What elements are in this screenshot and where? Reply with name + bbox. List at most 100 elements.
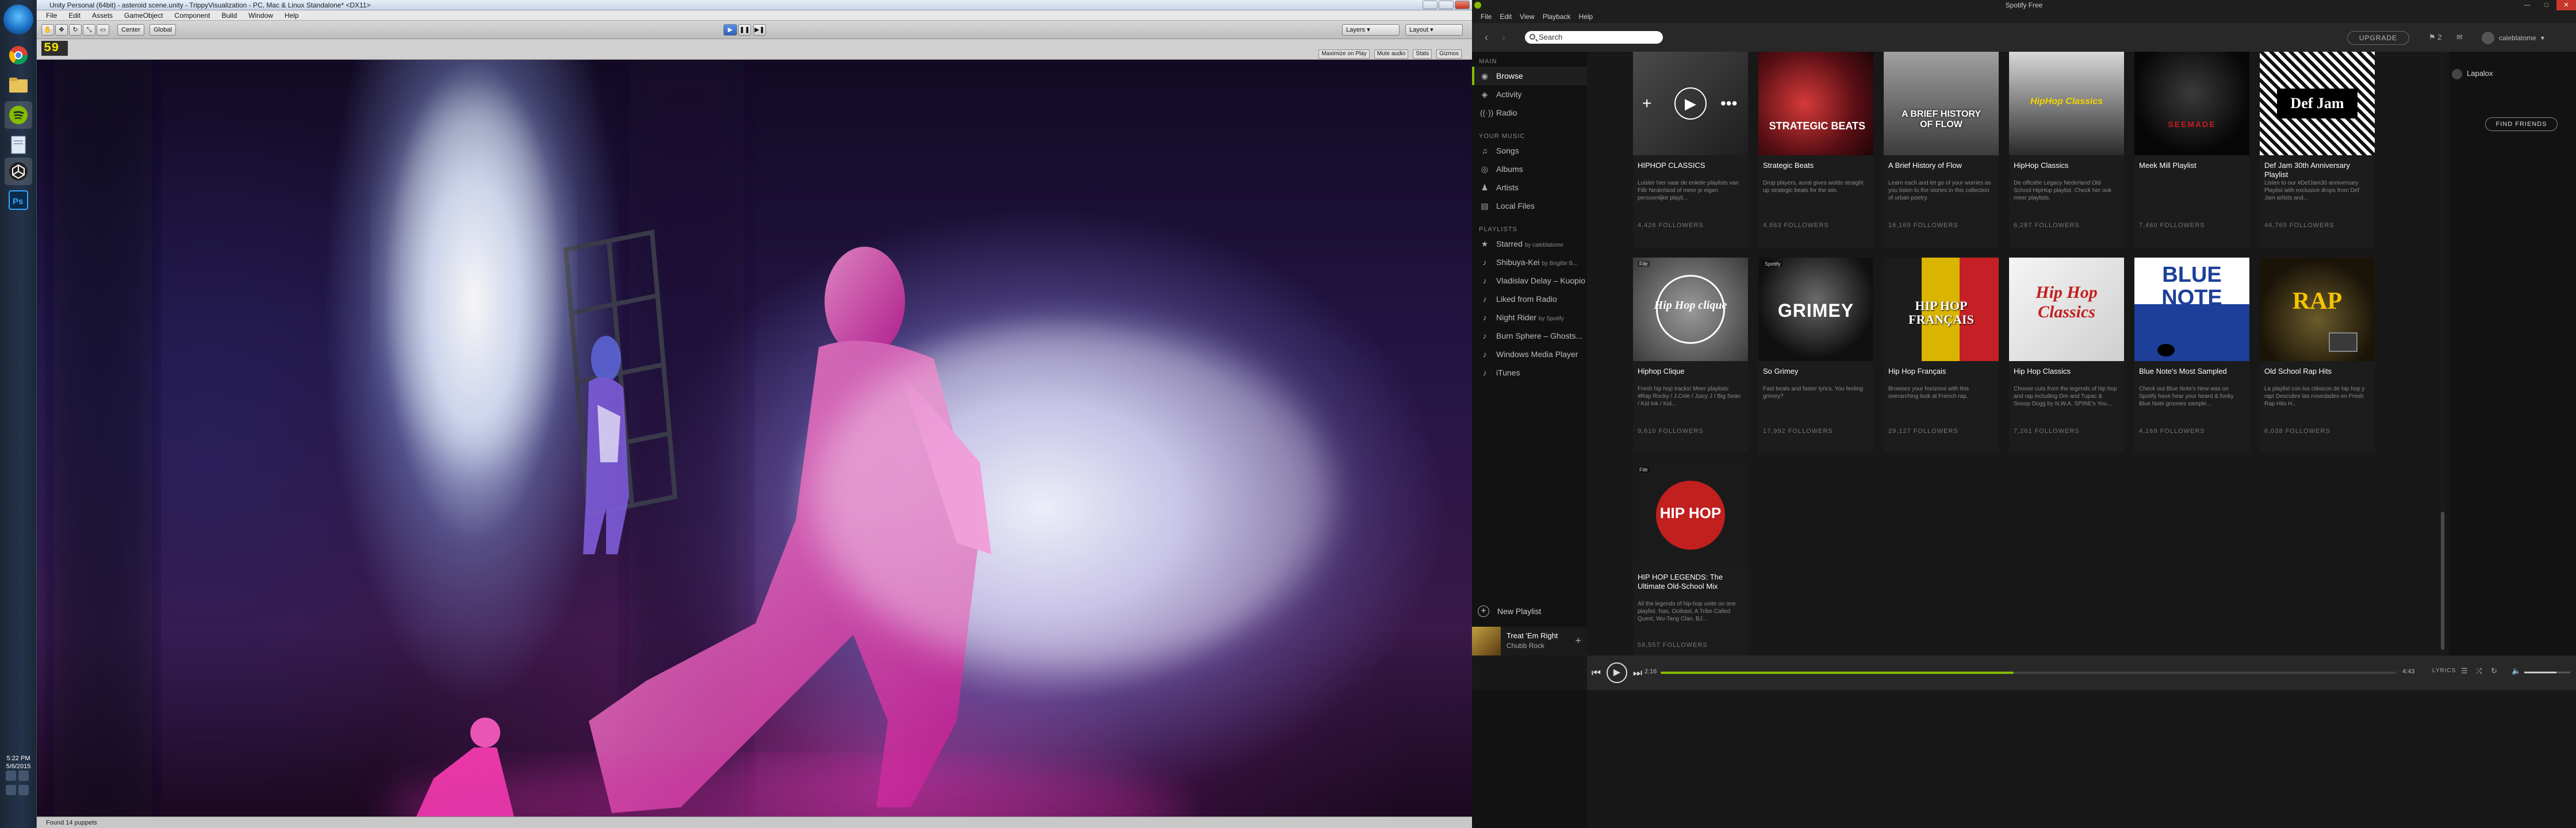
close-button[interactable] (1455, 1, 1470, 9)
stats-toggle[interactable]: Stats (1413, 49, 1432, 59)
gizmos-dropdown[interactable]: Gizmos (1436, 49, 1462, 59)
spotify-minimize-button[interactable]: — (2517, 0, 2537, 10)
volume-slider[interactable] (2524, 672, 2570, 673)
playlist-cover[interactable]: HIP HOP FRANÇAIS (1884, 258, 1999, 361)
sidebar-item-songs[interactable]: ♫ Songs (1472, 141, 1587, 160)
menu-edit[interactable]: Edit (63, 10, 86, 20)
scale-tool-icon[interactable]: ⤡ (83, 24, 95, 36)
menu-file[interactable]: File (40, 10, 63, 20)
unity-taskbar-icon[interactable] (5, 158, 32, 185)
playlist-card[interactable]: STRATEGIC BEATS Strategic Beats Drop pla… (1758, 52, 1873, 247)
sidebar-item-artists[interactable]: ♟ Artists (1472, 178, 1587, 197)
system-tray[interactable] (6, 770, 31, 797)
spotify-taskbar-icon[interactable] (5, 101, 32, 129)
card-title[interactable]: Def Jam 30th Anniversary Playlist (2264, 161, 2370, 179)
pivot-global-toggle[interactable]: Global (150, 24, 176, 36)
now-playing-cover[interactable] (1472, 627, 1501, 656)
playlist-cover[interactable]: SEEMADE (2134, 52, 2249, 155)
menu-gameobject[interactable]: GameObject (118, 10, 168, 20)
playlist-card[interactable]: Filtr Hip Hop clique Hiphop Clique Fresh… (1633, 258, 1748, 453)
play-button[interactable]: ▶ (723, 24, 737, 36)
maximize-button[interactable] (1439, 1, 1454, 9)
playlist-card[interactable]: HIP HOP FRANÇAIS Hip Hop Français Browse… (1884, 258, 1999, 453)
card-title[interactable]: HIP HOP LEGENDS: The Ultimate Old-School… (1638, 573, 1743, 591)
chrome-icon[interactable] (5, 41, 32, 69)
volume-icon[interactable]: 🔈 (2512, 666, 2521, 676)
playlist-cover[interactable]: Hip Hop Classics (2009, 258, 2124, 361)
card-title[interactable]: HipHop Classics (2014, 161, 2119, 170)
next-track-icon[interactable]: ⏭ (1631, 665, 1644, 681)
sidebar-item-albums[interactable]: ◎ Albums (1472, 160, 1587, 178)
documents-icon[interactable] (5, 131, 32, 159)
sidebar-playlist-windows-media-player[interactable]: ♪ Windows Media Player (1472, 345, 1587, 363)
sidebar-playlist-shibuya-kei[interactable]: ♪ Shibuya-Kei by Brigitte B... (1472, 253, 1587, 271)
now-playing-title[interactable]: Treat 'Em Right (1506, 631, 1558, 640)
sidebar-playlist-starred[interactable]: ★ Starred by caleblatome (1472, 235, 1587, 253)
playlist-cover[interactable]: Spotify GRIMEY (1758, 258, 1873, 361)
playlist-cover[interactable]: HipHop Classics (2009, 52, 2124, 155)
playlist-card[interactable]: BLUE NOTE Blue Note's Most Sampled Check… (2134, 258, 2249, 453)
s-menu-view[interactable]: View (1516, 10, 1539, 23)
playlist-card[interactable]: Filtr HIP HOP HIP HOP LEGENDS: The Ultim… (1633, 463, 1748, 656)
step-button[interactable]: ▶❚ (753, 24, 766, 36)
back-arrow-icon[interactable]: ‹ (1480, 31, 1493, 44)
spotify-titlebar[interactable]: Spotify Free — □ ✕ (1472, 0, 2576, 10)
minimize-button[interactable] (1423, 1, 1438, 9)
menu-window[interactable]: Window (243, 10, 279, 20)
card-title[interactable]: Strategic Beats (1763, 161, 1869, 170)
queue-icon[interactable]: ☰ (2461, 666, 2468, 676)
playlist-card[interactable]: Spotify GRIMEY So Grimey Fast beats and … (1758, 258, 1873, 453)
playlist-cover[interactable]: A BRIEF HISTORY OF FLOW (1884, 52, 1999, 155)
playlist-cover[interactable]: BLUE NOTE (2134, 258, 2249, 361)
find-friends-button[interactable]: FIND FRIENDS (2485, 117, 2558, 131)
layout-dropdown[interactable]: Layout ▾ (1405, 24, 1463, 36)
menu-help[interactable]: Help (279, 10, 305, 20)
playlist-card[interactable]: HipHop Classics HipHop Classics De offic… (2009, 52, 2124, 247)
playlist-cover[interactable]: RAP (2260, 258, 2375, 361)
sidebar-item-radio[interactable]: ((·)) Radio (1472, 103, 1587, 122)
playlist-card[interactable]: RAP Old School Rap Hits La playlist con … (2260, 258, 2375, 453)
forward-arrow-icon[interactable]: › (1497, 31, 1510, 44)
file-explorer-icon[interactable] (5, 71, 32, 99)
rect-tool-icon[interactable]: ▭ (97, 24, 109, 36)
playlist-cover[interactable]: STRATEGIC BEATS (1758, 52, 1873, 155)
s-menu-help[interactable]: Help (1575, 10, 1597, 23)
scrollbar-thumb[interactable] (2441, 512, 2444, 650)
pause-button[interactable]: ❚❚ (738, 24, 751, 36)
sidebar-item-activity[interactable]: ◈ Activity (1472, 85, 1587, 103)
add-to-playlist-icon[interactable]: + (1575, 635, 1581, 647)
card-title[interactable]: Hiphop Clique (1638, 367, 1743, 376)
playlist-cover[interactable]: Def Jam (2260, 52, 2375, 155)
play-pause-button[interactable]: ▶ (1607, 662, 1627, 683)
pivot-center-toggle[interactable]: Center (117, 24, 145, 36)
rotate-tool-icon[interactable]: ↻ (69, 24, 82, 36)
playlist-card[interactable]: SEEMADE Meek Mill Playlist 7,460 FOLLOWE… (2134, 52, 2249, 247)
s-menu-file[interactable]: File (1477, 10, 1496, 23)
card-title[interactable]: Meek Mill Playlist (2139, 161, 2245, 170)
mute-audio-toggle[interactable]: Mute audio (1374, 49, 1409, 59)
shuffle-icon[interactable]: ⤮ (2476, 666, 2482, 676)
new-playlist-button[interactable]: + New Playlist (1472, 601, 1587, 621)
playlist-cover[interactable]: Filtr HIP HOP (1633, 463, 1748, 567)
sidebar-playlist-night-rider[interactable]: ♪ Night Rider by Spotify (1472, 308, 1587, 327)
more-icon[interactable]: ••• (1720, 92, 1737, 115)
playlist-card[interactable]: A BRIEF HISTORY OF FLOW A Brief History … (1884, 52, 1999, 247)
notifications-icon[interactable]: ⚑ 2 (2429, 32, 2442, 43)
menu-assets[interactable]: Assets (86, 10, 118, 20)
s-menu-playback[interactable]: Playback (1539, 10, 1575, 23)
layers-dropdown[interactable]: Layers ▾ (1342, 24, 1400, 36)
windows-start-button[interactable] (3, 5, 33, 34)
unity-titlebar[interactable]: Unity Personal (64bit) - asteroid scene.… (37, 0, 1472, 10)
sidebar-item-local-files[interactable]: ▤ Local Files (1472, 197, 1587, 215)
card-title[interactable]: So Grimey (1763, 367, 1869, 376)
s-menu-edit[interactable]: Edit (1496, 10, 1516, 23)
move-tool-icon[interactable]: ✥ (55, 24, 68, 36)
menu-component[interactable]: Component (168, 10, 216, 20)
card-title[interactable]: Hip Hop Français (1888, 367, 1994, 376)
now-playing-widget[interactable]: Treat 'Em Right Chubb Rock + (1472, 627, 1587, 656)
playlist-cover[interactable]: Filtr Hip Hop clique (1633, 258, 1748, 361)
photoshop-icon[interactable]: Ps (5, 186, 32, 214)
hand-tool-icon[interactable]: ✋ (41, 24, 54, 36)
main-scrollbar[interactable] (2440, 52, 2445, 656)
play-overlay-icon[interactable]: ▶ (1674, 87, 1707, 120)
